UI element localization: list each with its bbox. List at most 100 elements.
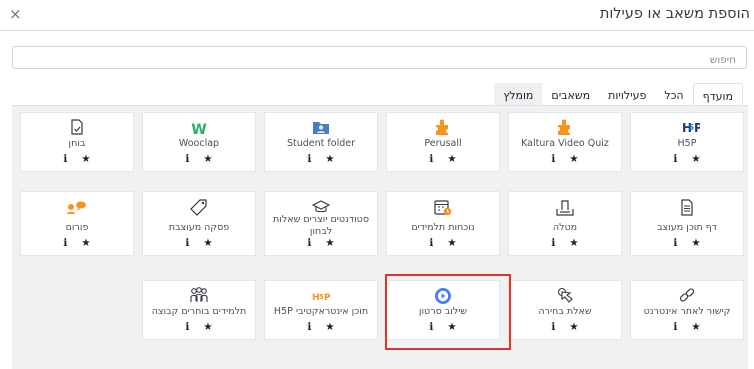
star-icon[interactable]: ★ xyxy=(325,237,334,249)
svg-text:P: P xyxy=(324,293,331,302)
activity-tile-wooclap[interactable]: W Wooclap ℹ ★ xyxy=(142,112,256,172)
activity-tile-kaltura-video-quiz[interactable]: Kaltura Video Quiz ℹ ★ xyxy=(508,112,622,172)
tile-label: תוכן אינטראקטיבי H5P xyxy=(273,306,369,317)
tile-label: דף תוכן מעוצב xyxy=(657,222,717,233)
info-icon[interactable]: ℹ xyxy=(429,153,433,165)
star-icon[interactable]: ★ xyxy=(203,153,212,165)
tab-resources[interactable]: משאבים xyxy=(542,83,599,106)
info-icon[interactable]: ℹ xyxy=(551,153,555,165)
assignment-upload-icon xyxy=(509,199,621,216)
activity-tile-label[interactable]: פסקה מעוצבת ℹ ★ xyxy=(142,191,256,256)
star-icon[interactable]: ★ xyxy=(691,321,700,333)
search-input[interactable] xyxy=(12,46,747,69)
tile-label: פורום xyxy=(65,222,89,233)
info-icon[interactable]: ℹ xyxy=(551,321,555,333)
tile-label: שילוב סרטון xyxy=(418,306,468,317)
star-icon[interactable]: ★ xyxy=(569,321,578,333)
star-icon[interactable]: ★ xyxy=(203,321,212,333)
tab-recommended[interactable]: מומלץ xyxy=(494,83,543,106)
activity-tile-page[interactable]: דף תוכן מעוצב ℹ ★ xyxy=(630,191,744,256)
star-icon[interactable]: ★ xyxy=(447,237,456,249)
info-icon[interactable]: ℹ xyxy=(551,237,555,249)
activity-tile-choice[interactable]: שאלת בחירה ℹ ★ xyxy=(508,280,622,340)
svg-text:P: P xyxy=(694,121,700,134)
graduation-cap-icon xyxy=(265,199,377,215)
tile-label: נוכחות תלמידים xyxy=(411,222,475,233)
choice-hand-icon xyxy=(509,287,621,303)
tile-label: Wooclap xyxy=(178,138,220,149)
wooclap-logo-text: W xyxy=(191,122,207,138)
wooclap-w-icon: W xyxy=(143,119,255,138)
info-icon[interactable]: ℹ xyxy=(307,153,311,165)
star-icon[interactable]: ★ xyxy=(691,237,700,249)
info-icon[interactable]: ℹ xyxy=(673,321,677,333)
activity-tile-quiz[interactable]: בוחן ℹ ★ xyxy=(20,112,134,172)
info-icon[interactable]: ℹ xyxy=(185,153,189,165)
activity-tile-h5p[interactable]: HP5 H5P ℹ ★ xyxy=(630,112,744,172)
info-icon[interactable]: ℹ xyxy=(63,237,67,249)
tile-label: H5P xyxy=(677,138,697,149)
star-icon[interactable]: ★ xyxy=(325,153,334,165)
star-icon[interactable]: ★ xyxy=(81,153,90,165)
info-icon[interactable]: ℹ xyxy=(429,321,433,333)
play-video-icon xyxy=(387,287,499,304)
activity-tile-attendance[interactable]: נוכחות תלמידים ℹ ★ xyxy=(386,191,500,256)
info-icon[interactable]: ℹ xyxy=(429,237,433,249)
close-button[interactable]: × xyxy=(9,5,22,23)
star-icon[interactable]: ★ xyxy=(325,321,334,333)
modal-header: × הוספת משאב או פעילות xyxy=(0,0,754,30)
puzzle-piece-icon xyxy=(387,119,499,135)
star-icon[interactable]: ★ xyxy=(203,237,212,249)
tile-label: Perusall xyxy=(424,138,462,149)
tab-activities[interactable]: פעילויות xyxy=(599,83,655,106)
tile-label: קישור לאתר אינטרנט xyxy=(643,306,731,317)
tile-label: בוחן xyxy=(68,138,86,149)
tab-favourites[interactable]: מועדף xyxy=(692,83,743,106)
star-icon[interactable]: ★ xyxy=(569,237,578,249)
activity-tile-assignment[interactable]: מטלה ℹ ★ xyxy=(508,191,622,256)
activity-tile-forum[interactable]: פורום ℹ ★ xyxy=(20,191,134,256)
modal-title: הוספת משאב או פעילות xyxy=(599,6,750,22)
info-icon[interactable]: ℹ xyxy=(673,237,677,249)
category-tabs: מועדף הכל פעילויות משאבים מומלץ xyxy=(494,83,743,106)
header-divider xyxy=(0,30,754,31)
link-icon xyxy=(631,287,743,303)
page-document-icon xyxy=(631,199,743,216)
info-icon[interactable]: ℹ xyxy=(307,321,311,333)
activity-tile-perusall[interactable]: Perusall ℹ ★ xyxy=(386,112,500,172)
info-icon[interactable]: ℹ xyxy=(185,237,189,249)
tab-all[interactable]: הכל xyxy=(655,83,692,106)
activity-tile-url[interactable]: קישור לאתר אינטרנט ℹ ★ xyxy=(630,280,744,340)
attendance-calendar-icon xyxy=(387,199,499,216)
tile-label: תלמידים בוחרים קבוצה xyxy=(151,306,247,317)
activity-tile-student-quiz[interactable]: סטודנטים יוצרים שאלות לבחון ℹ ★ xyxy=(264,191,378,256)
tile-label: מטלה xyxy=(552,222,578,233)
star-icon[interactable]: ★ xyxy=(569,153,578,165)
info-icon[interactable]: ℹ xyxy=(307,237,311,249)
svg-text:5: 5 xyxy=(689,123,695,132)
tile-label: Student folder xyxy=(287,138,355,149)
activity-tile-student-folder[interactable]: Student folder ℹ ★ xyxy=(264,112,378,172)
student-folder-icon xyxy=(265,119,377,135)
tile-label: Kaltura Video Quiz xyxy=(521,138,609,149)
info-icon[interactable]: ℹ xyxy=(673,153,677,165)
puzzle-piece-icon xyxy=(509,119,621,135)
h5p-icon: HP5 xyxy=(631,119,743,135)
h5p-interactive-icon: H5P xyxy=(265,287,377,303)
quiz-icon xyxy=(21,119,133,135)
forum-chat-icon xyxy=(21,199,133,215)
info-icon[interactable]: ℹ xyxy=(63,153,67,165)
activity-tile-video[interactable]: שילוב סרטון ℹ ★ xyxy=(386,280,500,340)
activity-tile-group-choice[interactable]: תלמידים בוחרים קבוצה ℹ ★ xyxy=(142,280,256,340)
star-icon[interactable]: ★ xyxy=(447,153,456,165)
activity-tile-h5p-interactive[interactable]: H5P תוכן אינטראקטיבי H5P ℹ ★ xyxy=(264,280,378,340)
group-choice-icon xyxy=(143,287,255,303)
tile-label: פסקה מעוצבת xyxy=(168,222,230,233)
tile-label: שאלת בחירה xyxy=(538,306,592,317)
label-tag-icon xyxy=(143,199,255,216)
tile-label: סטודנטים יוצרים שאלות לבחון xyxy=(273,214,369,237)
star-icon[interactable]: ★ xyxy=(81,237,90,249)
info-icon[interactable]: ℹ xyxy=(185,321,189,333)
star-icon[interactable]: ★ xyxy=(447,321,456,333)
star-icon[interactable]: ★ xyxy=(691,153,700,165)
